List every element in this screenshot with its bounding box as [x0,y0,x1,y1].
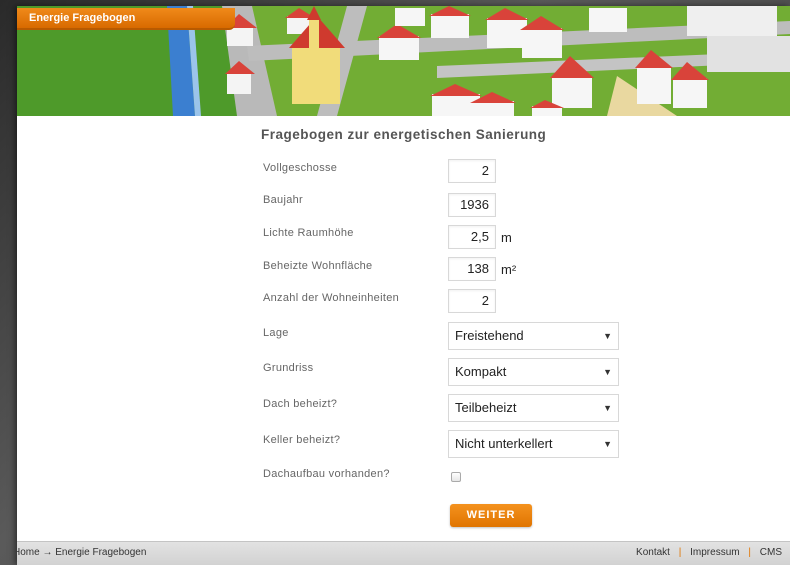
label-raumhoehe: Lichte Raumhöhe [263,227,354,239]
wohnflaeche-input[interactable]: 138 [448,257,496,281]
breadcrumb[interactable]: Home → Energie Fragebogen [17,542,146,564]
footer-link-kontakt[interactable]: Kontakt [636,547,670,558]
header-banner: Energie Fragebogen [17,6,790,116]
keller-select[interactable]: Nicht unterkellert ▼ [448,430,619,458]
label-wohneinheiten: Anzahl der Wohneinheiten [263,292,400,304]
brand-tab[interactable]: Energie Fragebogen [17,8,235,30]
baujahr-input[interactable]: 1936 [448,193,496,217]
label-wohnflaeche: Beheizte Wohnfläche [263,260,373,272]
footer-link-cms[interactable]: CMS [760,547,782,558]
keller-value: Nicht unterkellert [455,436,553,451]
lage-value: Freistehend [455,328,524,343]
dachaufbau-checkbox[interactable] [451,472,461,482]
dach-select[interactable]: Teilbeheizt ▼ [448,394,619,422]
footer-separator: | [748,547,751,558]
footer-links: Kontakt | Impressum | CMS [636,542,782,564]
dach-value: Teilbeheizt [455,400,517,415]
weiter-button[interactable]: WEITER [450,504,532,527]
footer-link-impressum[interactable]: Impressum [690,547,739,558]
wohnflaeche-unit: m² [501,262,517,277]
label-dachaufbau: Dachaufbau vorhanden? [263,468,390,480]
label-dach: Dach beheizt? [263,398,338,410]
chevron-down-icon: ▼ [603,403,612,413]
chevron-down-icon: ▼ [603,367,612,377]
vollgeschosse-input[interactable]: 2 [448,159,496,183]
chevron-down-icon: ▼ [603,331,612,341]
chevron-down-icon: ▼ [603,439,612,449]
form-title: Fragebogen zur energetischen Sanierung [261,127,547,142]
grundriss-select[interactable]: Kompakt ▼ [448,358,619,386]
lage-select[interactable]: Freistehend ▼ [448,322,619,350]
label-keller: Keller beheizt? [263,434,341,446]
label-grundriss: Grundriss [263,362,314,374]
page-content: Energie Fragebogen Fragebogen zur energe… [17,6,790,565]
raumhoehe-unit: m [501,230,512,245]
wohneinheiten-input[interactable]: 2 [448,289,496,313]
raumhoehe-input[interactable]: 2,5 [448,225,496,249]
label-vollgeschosse: Vollgeschosse [263,162,338,174]
grundriss-value: Kompakt [455,364,507,379]
footer-bar: Home → Energie Fragebogen Kontakt | Impr… [17,541,790,565]
label-baujahr: Baujahr [263,194,304,206]
footer-separator: | [678,547,682,558]
label-lage: Lage [263,327,289,339]
